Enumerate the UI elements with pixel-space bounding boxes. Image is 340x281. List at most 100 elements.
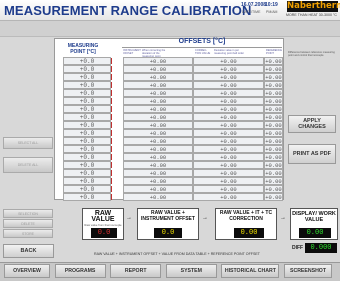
measuring-point-cell[interactable]: +0.0	[63, 81, 111, 89]
instrument-offset-cell[interactable]: +0.00	[123, 81, 193, 89]
instrument-offset-cell[interactable]: +0.00	[123, 145, 193, 153]
reference-point-cell[interactable]: +0.00	[264, 185, 283, 193]
correction-value-cell[interactable]: +0.00	[193, 153, 264, 161]
correction-value-cell[interactable]: +0.00	[193, 97, 264, 105]
correction-value-cell[interactable]: +0.00	[193, 169, 264, 177]
nav-programs-button[interactable]: PROGRAMS	[54, 264, 106, 278]
delete-all-button[interactable]: DELETE ALL	[3, 157, 53, 173]
reference-point-cell[interactable]: +0.00	[264, 169, 283, 177]
measuring-point-cell[interactable]: +0.0	[63, 129, 111, 137]
reference-point-cell[interactable]: +0.00	[264, 65, 283, 73]
correction-value-cell[interactable]: +0.00	[193, 105, 264, 113]
reference-point-cell[interactable]: +0.00	[264, 145, 283, 153]
measuring-point-cell[interactable]: +0.0	[63, 137, 111, 145]
reference-point-cell[interactable]: +0.00	[264, 113, 283, 121]
row-marker	[111, 98, 112, 104]
instrument-offset-cell[interactable]: +0.00	[123, 129, 193, 137]
back-button[interactable]: BACK	[3, 244, 54, 258]
nav-historical-chart-button[interactable]: HISTORICAL CHART	[221, 264, 280, 278]
nav-report-button[interactable]: REPORT	[110, 264, 162, 278]
nav-screenshot-button[interactable]: SCREENSHOT	[284, 264, 332, 278]
measuring-point-cell[interactable]: +0.0	[63, 145, 111, 153]
instrument-offset-cell[interactable]: +0.00	[123, 97, 193, 105]
nav-overview-button[interactable]: OVERVIEW	[4, 264, 50, 278]
reference-point-cell[interactable]: +0.00	[264, 81, 283, 89]
reference-point-cell[interactable]: +0.00	[264, 121, 283, 129]
delete-button[interactable]: DELETE	[3, 219, 53, 228]
instrument-offset-cell[interactable]: +0.00	[123, 89, 193, 97]
instrument-offset-cell[interactable]: +0.00	[123, 65, 193, 73]
correction-value-cell[interactable]: +0.00	[193, 73, 264, 81]
measuring-point-cell[interactable]: +0.0	[63, 89, 111, 97]
raw-value-title: RAW VALUE	[91, 210, 115, 223]
instrument-offset-cell[interactable]: +0.00	[123, 177, 193, 185]
correction-value-cell[interactable]: +0.00	[193, 177, 264, 185]
measuring-point-cell[interactable]: +0.0	[63, 97, 111, 105]
row-marker	[111, 106, 112, 112]
measuring-point-cell[interactable]: +0.0	[63, 193, 111, 201]
measuring-point-cell[interactable]: +0.0	[63, 177, 111, 185]
measuring-point-cell[interactable]: +0.0	[63, 57, 111, 65]
reference-point-header: REFERENCE POINT	[266, 49, 282, 55]
reference-point-cell[interactable]: +0.00	[264, 73, 283, 81]
store-button[interactable]: STORE	[3, 229, 53, 238]
brand-slogan: MORE THAN HEAT 30-3000 °C	[286, 13, 337, 17]
instrument-offset-cell[interactable]: +0.00	[123, 185, 193, 193]
correction-value-cell[interactable]: +0.00	[193, 81, 264, 89]
raw-value-box: RAW VALUE Raw value from thermocouple 0.…	[82, 208, 124, 240]
nav-system-button[interactable]: SYSTEM	[165, 264, 217, 278]
reference-point-cell[interactable]: +0.00	[264, 57, 283, 65]
reference-point-cell[interactable]: +0.00	[264, 153, 283, 161]
instrument-offset-cell[interactable]: +0.00	[123, 121, 193, 129]
raw-value-lcd: 0.0	[91, 228, 117, 238]
display-value-lcd: 0.00	[299, 228, 331, 238]
reference-point-cell[interactable]: +0.00	[264, 161, 283, 169]
instrument-offset-title: RAW VALUE + INSTRUMENT OFFSET	[141, 210, 195, 222]
correction-value-cell[interactable]: +0.00	[193, 113, 264, 121]
display-value-title: DISPLAY/ WORK VALUE	[292, 211, 336, 223]
measuring-point-cell[interactable]: +0.0	[63, 185, 111, 193]
correction-value-cell[interactable]: +0.00	[193, 137, 264, 145]
instrument-offset-cell[interactable]: +0.00	[123, 193, 193, 201]
reference-point-cell[interactable]: +0.00	[264, 89, 283, 97]
measuring-point-cell[interactable]: +0.0	[63, 73, 111, 81]
instrument-offset-cell[interactable]: +0.00	[123, 153, 193, 161]
reference-point-cell[interactable]: +0.00	[264, 193, 283, 201]
measuring-point-cell[interactable]: +0.0	[63, 121, 111, 129]
measuring-point-cell[interactable]: +0.0	[63, 113, 111, 121]
correction-value-cell[interactable]: +0.00	[193, 193, 264, 201]
measuring-point-cell[interactable]: +0.0	[63, 153, 111, 161]
selection-button[interactable]: SELECTION	[3, 209, 53, 218]
reference-point-cell[interactable]: +0.00	[264, 129, 283, 137]
instrument-offset-cell[interactable]: +0.00	[123, 57, 193, 65]
correction-value-cell[interactable]: +0.00	[193, 89, 264, 97]
instrument-offset-cell[interactable]: +0.00	[123, 73, 193, 81]
correction-value-cell[interactable]: +0.00	[193, 57, 264, 65]
correction-value-cell[interactable]: +0.00	[193, 121, 264, 129]
reference-point-cell[interactable]: +0.00	[264, 137, 283, 145]
print-as-pdf-button[interactable]: PRINT AS PDF	[288, 144, 336, 164]
reference-point-cell[interactable]: +0.00	[264, 105, 283, 113]
reference-point-cell[interactable]: +0.00	[264, 177, 283, 185]
correction-value-cell[interactable]: +0.00	[193, 161, 264, 169]
reference-point-cell[interactable]: +0.00	[264, 97, 283, 105]
time-display: 10:19	[265, 2, 278, 8]
measuring-point-cell[interactable]: +0.0	[63, 105, 111, 113]
instrument-offset-cell[interactable]: +0.00	[123, 161, 193, 169]
reference-point-desc: Difference between reference measuring p…	[288, 51, 335, 57]
select-all-button[interactable]: SELECT ALL	[3, 137, 53, 149]
instrument-offset-cell[interactable]: +0.00	[123, 113, 193, 121]
measuring-point-cell[interactable]: +0.0	[63, 65, 111, 73]
correction-value-cell[interactable]: +0.00	[193, 145, 264, 153]
measuring-point-cell[interactable]: +0.0	[63, 161, 111, 169]
apply-changes-button[interactable]: APPLY CHANGES	[288, 115, 336, 133]
measuring-point-cell[interactable]: +0.0	[63, 169, 111, 177]
correction-value-cell[interactable]: +0.00	[193, 65, 264, 73]
instrument-offset-cell[interactable]: +0.00	[123, 169, 193, 177]
instrument-offset-lcd: 0.0	[154, 228, 182, 238]
instrument-offset-cell[interactable]: +0.00	[123, 105, 193, 113]
instrument-offset-cell[interactable]: +0.00	[123, 137, 193, 145]
correction-value-cell[interactable]: +0.00	[193, 129, 264, 137]
toolbar-strip	[0, 21, 340, 37]
correction-value-cell[interactable]: +0.00	[193, 185, 264, 193]
